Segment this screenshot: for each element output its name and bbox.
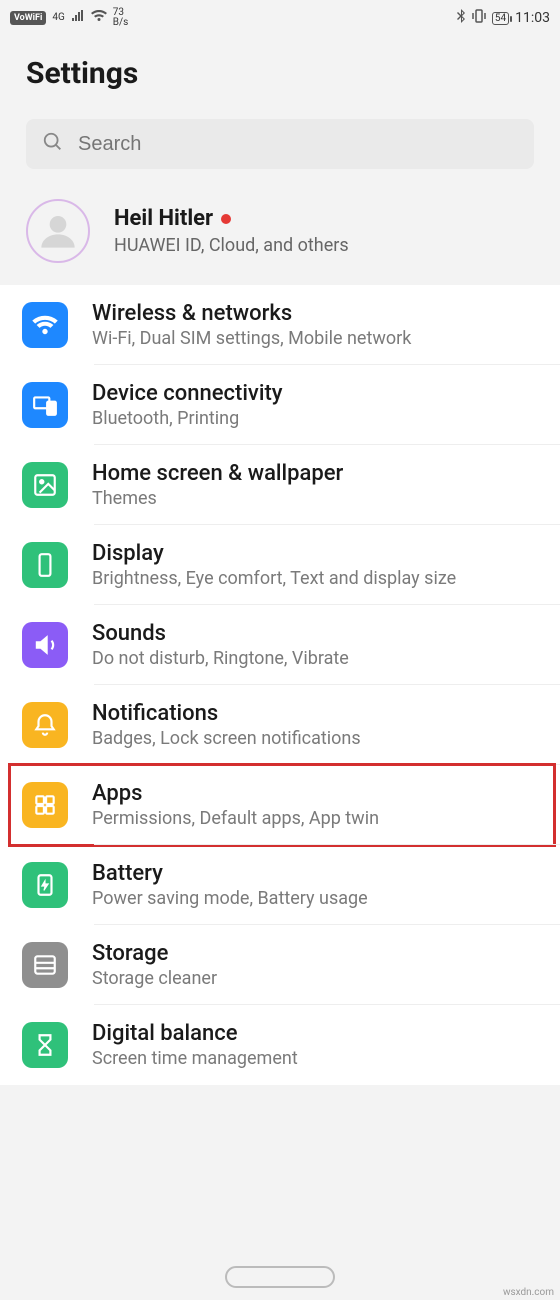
- settings-item-device-conn[interactable]: Device connectivity Bluetooth, Printing: [0, 365, 560, 445]
- settings-item-home-wall[interactable]: Home screen & wallpaper Themes: [0, 445, 560, 525]
- item-title: Storage: [92, 941, 217, 966]
- search-input[interactable]: [78, 133, 518, 156]
- item-title: Notifications: [92, 701, 361, 726]
- profile-name: Heil Hitler: [114, 206, 213, 231]
- avatar: [26, 199, 90, 263]
- status-bar: VoWiFi 4G 73 B/s 54 11:03: [0, 0, 560, 34]
- settings-list: Wireless & networks Wi-Fi, Dual SIM sett…: [0, 285, 560, 1085]
- item-subtitle: Themes: [92, 488, 343, 509]
- network-gen: 4G: [52, 13, 64, 23]
- wifi-icon: [22, 302, 68, 348]
- item-subtitle: Power saving mode, Battery usage: [92, 888, 368, 909]
- item-subtitle: Badges, Lock screen notifications: [92, 728, 361, 749]
- item-title: Apps: [92, 781, 379, 806]
- bell-icon: [22, 702, 68, 748]
- gesture-pill[interactable]: [225, 1266, 335, 1288]
- signal-icon: [71, 10, 85, 26]
- battery-icon: [22, 862, 68, 908]
- clock: 11:03: [515, 10, 550, 26]
- devices-icon: [22, 382, 68, 428]
- settings-item-sounds[interactable]: Sounds Do not disturb, Ringtone, Vibrate: [0, 605, 560, 685]
- search-container: [0, 119, 560, 185]
- item-title: Display: [92, 541, 456, 566]
- status-bar-right: 54 11:03: [456, 9, 550, 27]
- volume-icon: [22, 622, 68, 668]
- settings-item-notifications[interactable]: Notifications Badges, Lock screen notifi…: [0, 685, 560, 765]
- settings-item-display[interactable]: Display Brightness, Eye comfort, Text an…: [0, 525, 560, 605]
- bluetooth-icon: [456, 9, 466, 27]
- storage-icon: [22, 942, 68, 988]
- battery-indicator: 54: [492, 12, 509, 25]
- status-bar-left: VoWiFi 4G 73 B/s: [10, 8, 128, 28]
- settings-item-wireless[interactable]: Wireless & networks Wi-Fi, Dual SIM sett…: [0, 285, 560, 365]
- display-icon: [22, 542, 68, 588]
- item-title: Sounds: [92, 621, 349, 646]
- settings-item-apps[interactable]: Apps Permissions, Default apps, App twin: [0, 765, 560, 845]
- vowifi-badge: VoWiFi: [10, 11, 46, 25]
- item-title: Device connectivity: [92, 381, 283, 406]
- item-title: Wireless & networks: [92, 301, 411, 326]
- wifi-icon: [91, 10, 107, 26]
- item-title: Home screen & wallpaper: [92, 461, 343, 486]
- vibrate-icon: [472, 9, 486, 27]
- profile-subtitle: HUAWEI ID, Cloud, and others: [114, 235, 349, 256]
- hourglass-icon: [22, 1022, 68, 1068]
- item-subtitle: Wi-Fi, Dual SIM settings, Mobile network: [92, 328, 411, 349]
- search-bar[interactable]: [26, 119, 534, 169]
- item-title: Battery: [92, 861, 368, 886]
- item-subtitle: Brightness, Eye comfort, Text and displa…: [92, 568, 456, 589]
- settings-item-battery[interactable]: Battery Power saving mode, Battery usage: [0, 845, 560, 925]
- item-title: Digital balance: [92, 1021, 298, 1046]
- settings-item-storage[interactable]: Storage Storage cleaner: [0, 925, 560, 1005]
- item-subtitle: Screen time management: [92, 1048, 298, 1069]
- notification-dot-icon: [221, 214, 231, 224]
- settings-item-digital[interactable]: Digital balance Screen time management: [0, 1005, 560, 1085]
- image-icon: [22, 462, 68, 508]
- data-speed: 73 B/s: [113, 8, 129, 28]
- profile-row[interactable]: Heil Hitler HUAWEI ID, Cloud, and others: [0, 185, 560, 285]
- item-subtitle: Do not disturb, Ringtone, Vibrate: [92, 648, 349, 669]
- grid-icon: [22, 782, 68, 828]
- search-icon: [42, 131, 64, 157]
- item-subtitle: Bluetooth, Printing: [92, 408, 283, 429]
- watermark: wsxdn.com: [503, 1287, 554, 1298]
- page-title: Settings: [0, 34, 560, 119]
- item-subtitle: Permissions, Default apps, App twin: [92, 808, 379, 829]
- item-subtitle: Storage cleaner: [92, 968, 217, 989]
